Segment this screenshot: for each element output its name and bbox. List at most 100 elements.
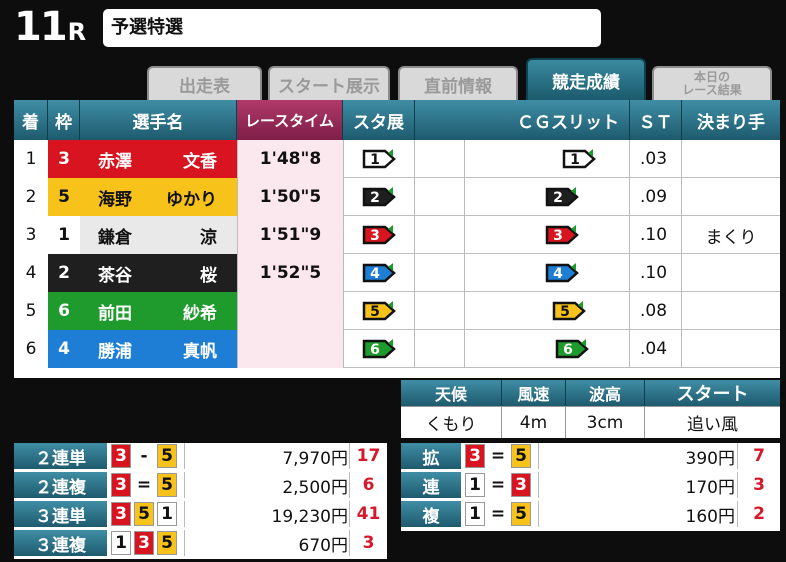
bet-number: 1 (465, 473, 485, 497)
weather-header-tenko: 天候 (401, 380, 502, 406)
tab-pre-info[interactable]: 直前情報 (398, 66, 518, 100)
header-cg-slit: ＣＧスリット (415, 100, 630, 140)
racer-family-name: 前田 (98, 303, 132, 324)
rank: 5 (14, 292, 48, 330)
bet-number: 1 (111, 531, 131, 555)
start-timing: .10 (630, 254, 682, 292)
svg-text:3: 3 (553, 228, 563, 244)
slit-boat-icon: 2 (544, 185, 580, 214)
race-time: 1'50"5 (237, 178, 343, 216)
kimarite (682, 140, 780, 178)
results-table: 着 枠 選手名 レースタイム スタ展 ＣＧスリット ＳＴ 決まり手 1 3 赤澤 文香… (14, 100, 780, 378)
bet-type-label: ２連複 (14, 472, 107, 498)
slit-gap (415, 330, 465, 368)
tab-label: 直前情報 (424, 76, 492, 97)
racer-given-name: 桜 (200, 265, 217, 286)
cg-slit-cell: 1 (465, 140, 630, 178)
start-timing: .03 (630, 140, 682, 178)
racer-given-name: 涼 (200, 227, 217, 248)
tab-start-exhibition[interactable]: スタート展示 (268, 66, 390, 100)
race-time (237, 330, 343, 368)
cg-slit-cell: 4 (465, 254, 630, 292)
racer-given-name: 真帆 (183, 341, 217, 362)
bet-type-label: ３連単 (14, 501, 107, 527)
svg-text:5: 5 (370, 304, 380, 320)
popularity-rank: 3 (349, 530, 387, 556)
popularity-rank: 17 (349, 443, 387, 469)
race-time: 1'48"8 (237, 140, 343, 178)
race-time: 1'51"9 (237, 216, 343, 254)
kimarite (682, 254, 780, 292)
bet-number: 3 (465, 444, 485, 468)
popularity-rank: 2 (737, 501, 780, 527)
slit-gap (415, 292, 465, 330)
tab-label-line2: レース結果 (682, 83, 742, 97)
svg-text:2: 2 (370, 190, 380, 206)
start-exhibition-boat-icon: 3 (343, 216, 415, 254)
slit-boat-icon: 4 (544, 261, 580, 290)
bet-number: 3 (111, 473, 131, 497)
bet-number: 5 (134, 502, 154, 526)
popularity-rank: 7 (737, 443, 780, 469)
payout-row: ３連複 1 3 5 670円 3 (14, 530, 387, 556)
bet-separator: = (136, 475, 152, 495)
racer-given-name: 文香 (183, 151, 217, 172)
weather-table: 天候 風速 波高 スタート くもり 4m 3cm 追い風 (401, 380, 780, 438)
bet-type-label: ３連複 (14, 530, 107, 556)
bet-number: 1 (465, 502, 485, 526)
payout-row: ３連単 3 5 1 19,230円 41 (14, 501, 387, 527)
bet-number: 1 (157, 502, 177, 526)
slit-boat-icon: 3 (544, 223, 580, 252)
bet-type-label: 拡 (401, 443, 461, 469)
header-start-exhibition: スタ展 (343, 100, 415, 140)
race-name: 予選特選 (103, 9, 601, 47)
start-exhibition-boat-icon: 6 (343, 330, 415, 368)
racer-name[interactable]: 鎌倉 涼 (80, 216, 237, 254)
result-row: 2 5 海野 ゆかり 1'50"5 2 2.09 (14, 178, 780, 216)
racer-name[interactable]: 勝浦 真帆 (80, 330, 237, 368)
rank: 4 (14, 254, 48, 292)
bet-number: 3 (111, 502, 131, 526)
racer-name[interactable]: 赤澤 文香 (80, 140, 237, 178)
kimarite: まくり (705, 227, 757, 248)
header-kimarite: 決まり手 (682, 100, 780, 140)
payouts-left: ２連単 3-5 7,970円 17 ２連複 3 = 5 2,500円 6 ３連単 3 5 1 19,230円… (14, 443, 387, 559)
weather-value-tenko: くもり (401, 406, 502, 438)
tab-today-results[interactable]: 本日の レース結果 (652, 66, 772, 100)
slit-boat-icon: 6 (554, 337, 590, 366)
tab-label: 出走表 (179, 76, 230, 97)
bet-type-label: 連 (401, 472, 461, 498)
weather-value-wind: 4m (502, 406, 566, 438)
header-name: 選手名 (80, 100, 237, 140)
racer-name[interactable]: 茶谷 桜 (80, 254, 237, 292)
payout-row: 複 1 = 5 160円 2 (401, 501, 780, 527)
bet-number: 5 (157, 444, 177, 468)
bet-separator: = (490, 475, 506, 495)
rank: 3 (14, 216, 48, 254)
bet-number: 3 (511, 473, 531, 497)
waku-number: 2 (48, 254, 80, 292)
payout-amount: 19,230円 (184, 501, 348, 527)
slit-gap (415, 178, 465, 216)
racer-name[interactable]: 海野 ゆかり (80, 178, 237, 216)
start-exhibition-boat-icon: 5 (343, 292, 415, 330)
race-unit: R (67, 18, 87, 46)
bet-number: 5 (157, 531, 177, 555)
racer-given-name: 紗希 (183, 303, 217, 324)
bet-number: 5 (511, 444, 531, 468)
kimarite (682, 330, 780, 368)
slit-gap (415, 254, 465, 292)
payout-amount: 2,500円 (184, 472, 348, 498)
tab-race-results[interactable]: 競走成績 (526, 58, 646, 100)
racer-name[interactable]: 前田 紗希 (80, 292, 237, 330)
race-time (237, 292, 343, 330)
slit-boat-icon: 5 (551, 299, 587, 328)
slit-boat-icon: 1 (561, 147, 597, 176)
payout-row: 拡 3 = 5 390円 7 (401, 443, 780, 469)
race-number-value: 11 (14, 4, 68, 50)
bet-type-label: ２連単 (14, 443, 107, 469)
tab-entry-list[interactable]: 出走表 (147, 66, 262, 100)
racer-family-name: 鎌倉 (98, 227, 132, 248)
svg-text:4: 4 (370, 266, 380, 282)
header-rank: 着 (14, 100, 48, 140)
